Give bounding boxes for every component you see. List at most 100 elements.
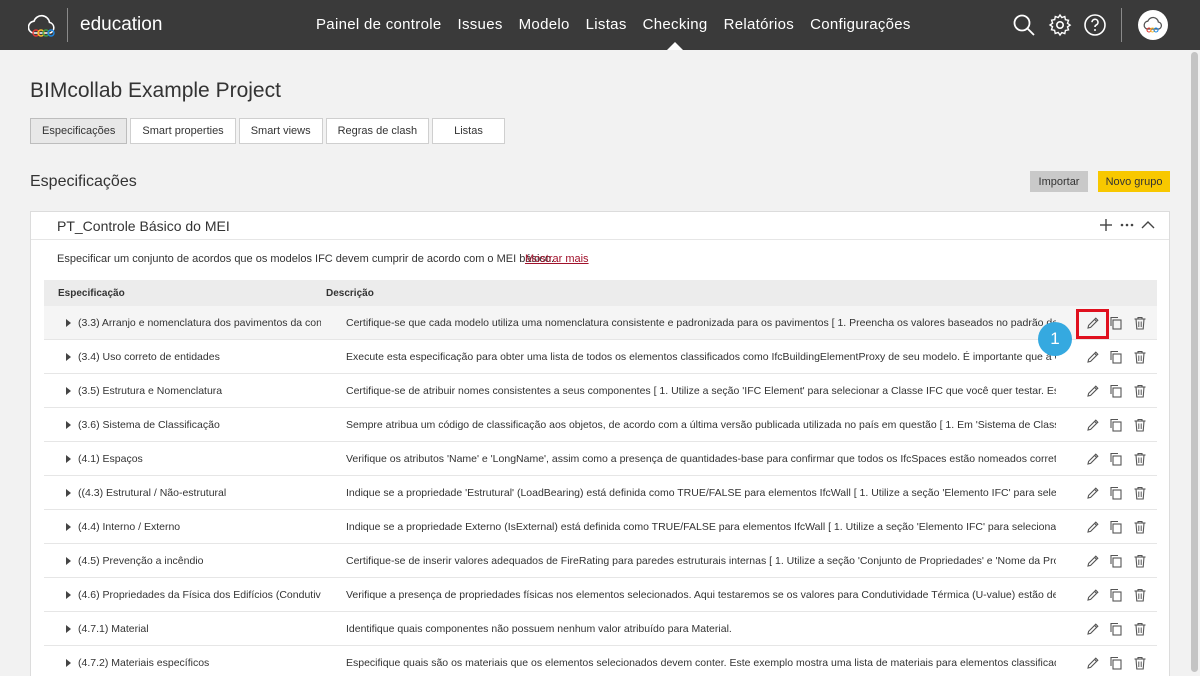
trash-icon[interactable] — [1133, 588, 1147, 602]
header-divider — [1121, 8, 1122, 42]
pencil-icon[interactable] — [1086, 588, 1100, 602]
table-row[interactable]: (4.4) Interno / Externo Indique se a prop… — [44, 510, 1157, 544]
copy-icon[interactable] — [1109, 418, 1123, 432]
copy-icon[interactable] — [1109, 622, 1123, 636]
copy-icon[interactable] — [1109, 452, 1123, 466]
tab-lists[interactable]: Listas — [432, 118, 505, 144]
expand-caret-icon[interactable] — [66, 625, 71, 633]
expand-caret-icon[interactable] — [66, 591, 71, 599]
table-row[interactable]: (4.1) Espaços Verifique os atributos 'Nam… — [44, 442, 1157, 476]
column-header-spec[interactable]: Especificação — [58, 288, 125, 299]
pencil-icon[interactable] — [1086, 384, 1100, 398]
help-icon[interactable] — [1083, 13, 1107, 37]
scrollbar[interactable] — [1189, 50, 1200, 676]
nav-checking[interactable]: Checking — [635, 0, 716, 50]
expand-caret-icon[interactable] — [66, 523, 71, 531]
trash-icon[interactable] — [1133, 486, 1147, 500]
tab-smart-views[interactable]: Smart views — [238, 118, 323, 144]
nav-lists[interactable]: Listas — [578, 0, 635, 50]
pencil-icon[interactable] — [1086, 350, 1100, 364]
table-row[interactable]: (4.7.2) Materiais específicos Especifique… — [44, 646, 1157, 676]
group-header: PT_Controle Básico do MEI — [31, 212, 1169, 240]
copy-icon[interactable] — [1109, 316, 1123, 330]
nav-reports[interactable]: Relatórios — [716, 0, 803, 50]
table-row[interactable]: (3.4) Uso correto de entidades Execute es… — [44, 340, 1157, 374]
pencil-icon[interactable] — [1086, 622, 1100, 636]
specification-name: (3.3) Arranjo e nomenclatura dos pavimen… — [78, 317, 321, 329]
specification-description: Verifique a presença de propriedades fís… — [346, 589, 1056, 601]
trash-icon[interactable] — [1133, 656, 1147, 670]
gear-icon[interactable] — [1048, 13, 1072, 37]
bimcollab-logo-icon[interactable] — [28, 12, 56, 38]
pencil-icon[interactable] — [1086, 486, 1100, 500]
main-nav: Painel de controle Issues Modelo Listas … — [308, 0, 919, 50]
pencil-icon[interactable] — [1086, 418, 1100, 432]
group-actions — [1097, 217, 1160, 233]
more-icon[interactable] — [1118, 217, 1136, 233]
step-badge: 1 — [1038, 322, 1072, 356]
copy-icon[interactable] — [1109, 384, 1123, 398]
pencil-icon[interactable] — [1086, 554, 1100, 568]
show-more-link[interactable]: Mostrar mais — [525, 253, 589, 265]
table-row[interactable]: (3.6) Sistema de Classificação Sempre atr… — [44, 408, 1157, 442]
pencil-icon[interactable] — [1086, 520, 1100, 534]
expand-caret-icon[interactable] — [66, 557, 71, 565]
specification-description: Verifique os atributos 'Name' e 'LongNam… — [346, 453, 1056, 465]
column-header-desc[interactable]: Descrição — [326, 288, 374, 299]
copy-icon[interactable] — [1109, 520, 1123, 534]
avatar[interactable] — [1138, 10, 1168, 40]
pencil-icon[interactable] — [1086, 452, 1100, 466]
specification-name: (4.7.2) Materiais específicos — [78, 657, 210, 669]
page-title: BIMcollab Example Project — [30, 79, 281, 102]
table-row[interactable]: ((4.3) Estrutural / Não-estrutural Indiqu… — [44, 476, 1157, 510]
trash-icon[interactable] — [1133, 520, 1147, 534]
copy-icon[interactable] — [1109, 486, 1123, 500]
specification-name: (3.4) Uso correto de entidades — [78, 351, 220, 363]
new-group-button[interactable]: Novo grupo — [1098, 171, 1170, 192]
scrollbar-thumb[interactable] — [1191, 52, 1198, 672]
trash-icon[interactable] — [1133, 350, 1147, 364]
sub-tabs: Especificações Smart properties Smart vi… — [30, 118, 508, 144]
specifications-table: Especificação Descrição (3.3) Arranjo e … — [44, 280, 1157, 676]
tab-smart-properties[interactable]: Smart properties — [130, 118, 236, 144]
expand-caret-icon[interactable] — [66, 659, 71, 667]
expand-caret-icon[interactable] — [66, 319, 71, 327]
table-row[interactable]: (4.7.1) Material Identifique quais compon… — [44, 612, 1157, 646]
expand-caret-icon[interactable] — [66, 455, 71, 463]
nav-issues[interactable]: Issues — [449, 0, 510, 50]
tab-clash-rules[interactable]: Regras de clash — [325, 118, 430, 144]
import-button[interactable]: Importar — [1030, 171, 1088, 192]
table-row[interactable]: (4.6) Propriedades da Física dos Edifíci… — [44, 578, 1157, 612]
trash-icon[interactable] — [1133, 418, 1147, 432]
copy-icon[interactable] — [1109, 350, 1123, 364]
specification-description: Identifique quais componentes não possue… — [346, 623, 732, 635]
table-row[interactable]: (3.5) Estrutura e Nomenclatura Certifique… — [44, 374, 1157, 408]
copy-icon[interactable] — [1109, 656, 1123, 670]
nav-dashboard[interactable]: Painel de controle — [308, 0, 449, 50]
trash-icon[interactable] — [1133, 316, 1147, 330]
copy-icon[interactable] — [1109, 588, 1123, 602]
expand-caret-icon[interactable] — [66, 421, 71, 429]
specification-name: (4.5) Prevenção a incêndio — [78, 555, 204, 567]
specification-name: (4.1) Espaços — [78, 453, 143, 465]
search-icon[interactable] — [1012, 13, 1036, 37]
expand-caret-icon[interactable] — [66, 489, 71, 497]
plus-icon[interactable] — [1097, 217, 1115, 233]
specification-name: (4.6) Propriedades da Física dos Edifíci… — [78, 589, 321, 601]
chevron-up-icon[interactable] — [1139, 217, 1157, 233]
trash-icon[interactable] — [1133, 622, 1147, 636]
nav-model[interactable]: Modelo — [511, 0, 578, 50]
table-row[interactable]: (3.3) Arranjo e nomenclatura dos pavimen… — [44, 306, 1157, 340]
trash-icon[interactable] — [1133, 384, 1147, 398]
expand-caret-icon[interactable] — [66, 353, 71, 361]
nav-settings[interactable]: Configurações — [802, 0, 919, 50]
trash-icon[interactable] — [1133, 554, 1147, 568]
trash-icon[interactable] — [1133, 452, 1147, 466]
tab-specifications[interactable]: Especificações — [30, 118, 128, 144]
specification-name: ((4.3) Estrutural / Não-estrutural — [78, 487, 227, 499]
expand-caret-icon[interactable] — [66, 387, 71, 395]
pencil-icon[interactable] — [1086, 656, 1100, 670]
table-row[interactable]: (4.5) Prevenção a incêndio Certifique-se … — [44, 544, 1157, 578]
avatar-icon — [1143, 16, 1162, 33]
copy-icon[interactable] — [1109, 554, 1123, 568]
